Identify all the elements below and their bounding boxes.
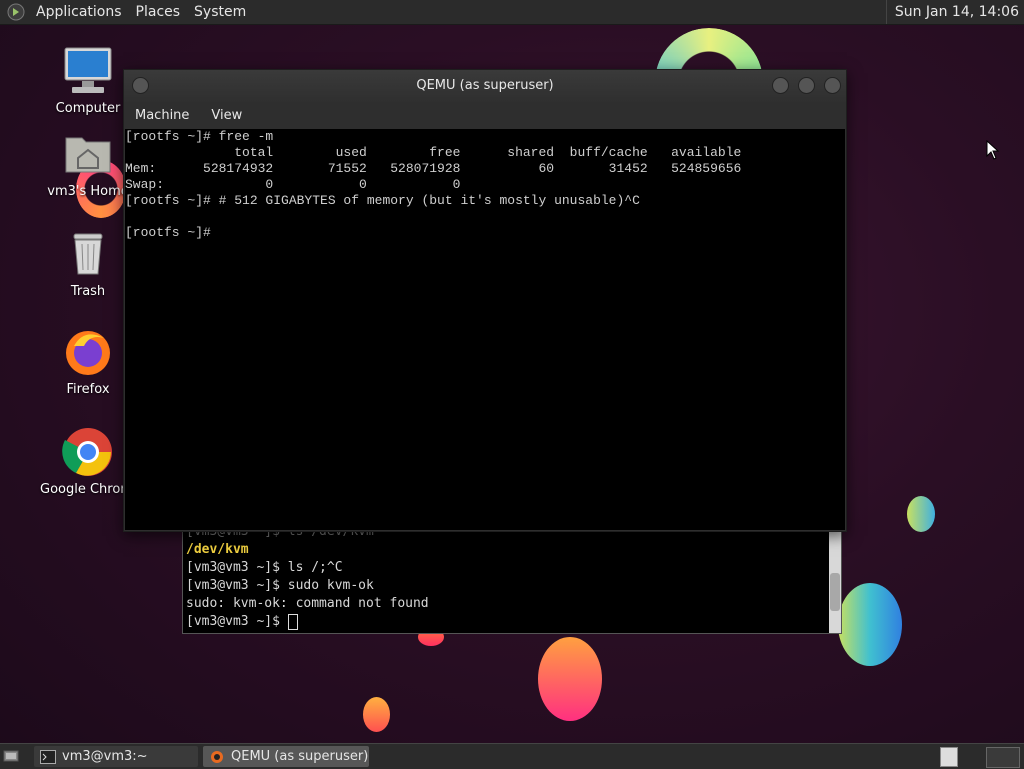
minimize-button[interactable] [772, 77, 789, 94]
chrome-icon [62, 426, 114, 478]
desktop-icon-trash[interactable]: Trash [40, 228, 136, 299]
terminal-icon [40, 749, 56, 764]
console-line: [rootfs ~]# free -m [125, 129, 274, 144]
workspace-switcher[interactable] [986, 747, 1020, 768]
decor-blob-teal-small [907, 496, 935, 532]
decor-blob-orange-large [538, 637, 602, 721]
qemu-window-title: QEMU (as superuser) [416, 78, 554, 93]
console-prompt: [rootfs ~]# [125, 225, 211, 240]
console-line: [rootfs ~]# # 512 GIGABYTES of memory (b… [125, 193, 640, 208]
terminal-prompt: [vm3@vm3 ~]$ [186, 614, 288, 629]
terminal-line: [vm3@vm3 ~]$ sudo kvm-ok [186, 578, 374, 593]
terminal-scrollbar[interactable] [829, 521, 841, 633]
notification-icon[interactable] [940, 747, 958, 767]
window-menu-button[interactable] [132, 77, 149, 94]
bottom-panel: vm3@vm3:~ QEMU (as superuser) [0, 743, 1024, 769]
taskbar-item-label: vm3@vm3:~ [62, 749, 148, 764]
terminal-scrollbar-thumb[interactable] [830, 573, 840, 611]
taskbar-item-terminal[interactable]: vm3@vm3:~ [34, 746, 198, 767]
desktop-icon-chrome[interactable]: Google Chrome [40, 426, 141, 497]
qemu-guest-screen[interactable]: [rootfs ~]# free -m total used free shar… [125, 129, 845, 530]
terminal-line: [vm3@vm3 ~]$ ls /;^C [186, 560, 343, 575]
desktop-icon-home[interactable]: vm3's Home [40, 128, 136, 199]
qemu-window[interactable]: QEMU (as superuser) Machine View [rootfs… [123, 69, 847, 532]
clock[interactable]: Sun Jan 14, 14:06 [885, 0, 1019, 24]
terminal-window[interactable]: [vm3@vm3 ~]$ ls /dev/kvm /dev/kvm [vm3@v… [182, 520, 842, 634]
desktop-icon-computer[interactable]: Computer [40, 45, 136, 116]
menu-machine[interactable]: Machine [124, 108, 200, 123]
trash-icon [62, 228, 114, 280]
desktop-icon-label: Computer [55, 101, 121, 116]
qemu-icon [211, 750, 223, 763]
desktop-icon-label: Trash [70, 284, 106, 299]
qemu-menubar: Machine View [124, 102, 846, 129]
desktop-icon-label: Firefox [66, 382, 110, 397]
menu-places[interactable]: Places [129, 0, 188, 24]
desktop-icon-label: vm3's Home [47, 184, 129, 199]
top-panel: Applications Places System Sun Jan 14, 1… [0, 0, 1024, 25]
menu-system[interactable]: System [187, 0, 253, 24]
menu-view[interactable]: View [200, 108, 253, 123]
desktop-icon-firefox[interactable]: Firefox [40, 326, 136, 397]
maximize-button[interactable] [798, 77, 815, 94]
taskbar-item-qemu[interactable]: QEMU (as superuser) [203, 746, 369, 767]
desktop-icon-label: Google Chrome [40, 482, 141, 497]
top-menu: Applications Places System [0, 0, 253, 24]
firefox-icon [62, 326, 114, 378]
close-button[interactable] [824, 77, 841, 94]
guest-console-output: [rootfs ~]# free -m total used free shar… [125, 129, 845, 241]
console-line: Mem: 528174932 71552 528071928 60 31452 … [125, 161, 742, 176]
qemu-titlebar[interactable]: QEMU (as superuser) [124, 70, 846, 102]
mouse-pointer-icon [986, 140, 1000, 160]
computer-icon [62, 45, 114, 97]
terminal-line: sudo: kvm-ok: command not found [186, 596, 429, 611]
menu-applications[interactable]: Applications [29, 0, 129, 24]
distro-logo-icon[interactable] [7, 3, 25, 21]
show-desktop-icon[interactable] [3, 748, 19, 764]
console-line: Swap: 0 0 0 [125, 177, 461, 192]
home-folder-icon [62, 128, 114, 180]
decor-blob-orange-small [363, 697, 390, 732]
console-line: total used free shared buff/cache availa… [125, 145, 742, 160]
taskbar-item-label: QEMU (as superuser) [231, 749, 369, 764]
terminal-cursor [287, 613, 298, 630]
terminal-line: /dev/kvm [186, 542, 249, 557]
decor-blob-teal-large [838, 583, 902, 666]
terminal-output[interactable]: [vm3@vm3 ~]$ ls /dev/kvm /dev/kvm [vm3@v… [183, 521, 841, 631]
